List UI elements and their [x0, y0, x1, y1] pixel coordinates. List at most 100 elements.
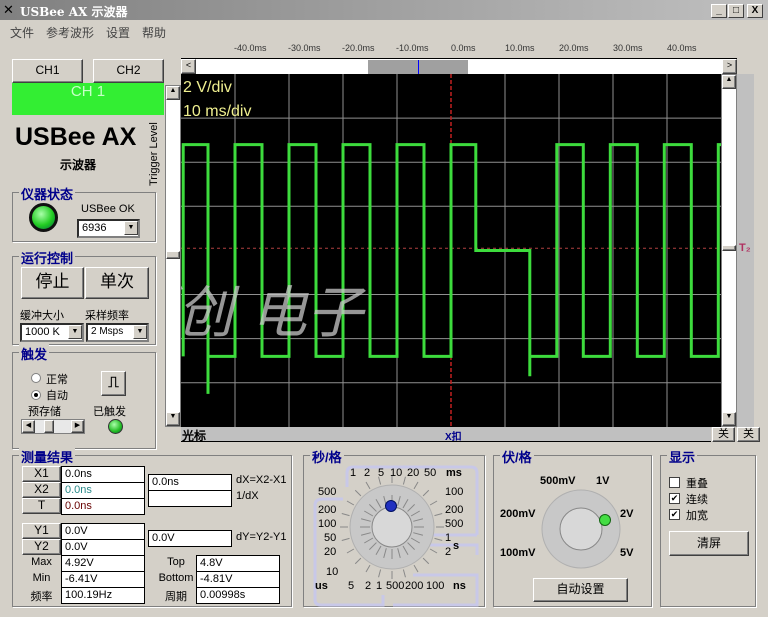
- close-button[interactable]: X: [747, 4, 763, 18]
- dy-value: 0.0V: [148, 530, 232, 547]
- chevron-down-icon[interactable]: ▼: [124, 221, 138, 235]
- x1-value: 0.0ns: [61, 466, 145, 483]
- volts-option-100mv[interactable]: 100mV: [500, 547, 535, 559]
- run-control-group: 运行控制 停止 单次 缓冲大小 采样频率 1000 K ▼ 2 Msps ▼: [12, 248, 156, 345]
- cursor-off-button-2[interactable]: 关: [737, 427, 760, 442]
- triggered-label: 已触发: [93, 406, 126, 418]
- y2-cursor-button[interactable]: Y2: [22, 539, 61, 555]
- timebase-option[interactable]: 2: [364, 467, 370, 479]
- bottom-label: Bottom: [158, 572, 194, 584]
- continuous-checkbox[interactable]: ✔: [669, 493, 680, 504]
- timebase-option[interactable]: 100: [318, 518, 336, 530]
- timebase-option[interactable]: 2: [365, 580, 371, 592]
- timebase-option[interactable]: 100: [445, 486, 463, 498]
- scroll-left-arrow[interactable]: <: [181, 59, 196, 74]
- scope-display[interactable]: 2 V/div 10 ms/div 跃创 电子: [181, 74, 721, 427]
- volts-option-500mv[interactable]: 500mV: [540, 475, 575, 487]
- timebase-option[interactable]: 1: [350, 467, 356, 479]
- timebase-option[interactable]: 20: [324, 546, 336, 558]
- sample-rate-select[interactable]: 2 Msps ▼: [86, 323, 149, 342]
- offset-thumb[interactable]: [722, 245, 736, 251]
- time-tick-label: 0.0ms: [451, 43, 476, 53]
- cursor-off-button-1[interactable]: 关: [712, 427, 735, 442]
- slider-right-arrow[interactable]: ▶: [71, 420, 84, 433]
- chevron-down-icon[interactable]: ▼: [133, 325, 147, 339]
- dial-tick: [434, 513, 443, 517]
- timebase-option[interactable]: 5: [348, 580, 354, 592]
- scroll-up-arrow[interactable]: ▲: [166, 86, 180, 100]
- timebase-option[interactable]: 500: [318, 486, 336, 498]
- device-select[interactable]: 6936 ▼: [77, 219, 140, 238]
- minimize-button[interactable]: _: [711, 4, 727, 18]
- timebase-option[interactable]: 1: [376, 580, 382, 592]
- brand-subtitle: 示波器: [60, 158, 97, 172]
- slider-thumb[interactable]: [44, 420, 54, 433]
- t-value: 0.0ns: [61, 498, 145, 515]
- dial-tick: [354, 489, 362, 497]
- timebase-option[interactable]: 50: [324, 532, 336, 544]
- timebase-option[interactable]: 100: [426, 580, 444, 592]
- dx-label: dX=X2-X1: [236, 474, 287, 486]
- prestore-slider[interactable]: ◀ ▶: [21, 419, 85, 434]
- clear-screen-button[interactable]: 清屏: [669, 531, 749, 556]
- menu-help[interactable]: 帮助: [142, 24, 166, 41]
- auto-setup-button[interactable]: 自动设置: [533, 578, 628, 602]
- slider-left-arrow[interactable]: ◀: [22, 420, 35, 433]
- ch2-button[interactable]: CH2: [93, 59, 164, 83]
- normal-radio[interactable]: [31, 373, 41, 383]
- timebase-option[interactable]: 200: [405, 580, 423, 592]
- menu-reference-waveform[interactable]: 参考波形: [46, 24, 94, 41]
- timebase-option[interactable]: 500: [386, 580, 404, 592]
- dial-tick: [434, 537, 443, 541]
- volts-dial[interactable]: [540, 488, 622, 570]
- ch1-button[interactable]: CH1: [12, 59, 83, 83]
- overlay-label: 重叠: [686, 478, 708, 490]
- menu-settings[interactable]: 设置: [106, 24, 130, 41]
- timebase-option[interactable]: 50: [424, 467, 436, 479]
- timebase-option[interactable]: 2: [445, 546, 451, 558]
- x2-cursor-button[interactable]: X2: [22, 482, 61, 498]
- chevron-down-icon[interactable]: ▼: [68, 325, 82, 339]
- volts-option-200mv[interactable]: 200mV: [500, 508, 535, 520]
- trigger-level-scrollbar[interactable]: ▲ ▼: [165, 85, 181, 427]
- maximize-button[interactable]: □: [728, 4, 744, 18]
- volts-option-2v[interactable]: 2V: [620, 508, 633, 520]
- cursor-label: 光标: [182, 429, 207, 443]
- scroll-down-arrow[interactable]: ▼: [722, 412, 736, 426]
- window-title: USBee AX 示波器: [20, 5, 128, 19]
- scroll-down-arrow[interactable]: ▼: [166, 412, 180, 426]
- rising-edge-button[interactable]: ⎍: [101, 371, 126, 396]
- inverse-dx-label: 1/dX: [236, 490, 259, 502]
- timebase-option[interactable]: 20: [407, 467, 419, 479]
- time-scrollbar[interactable]: < >: [181, 58, 737, 74]
- volts-option-1v[interactable]: 1V: [596, 475, 609, 487]
- buffer-size-select[interactable]: 1000 K ▼: [20, 323, 84, 342]
- trigger-level-thumb[interactable]: [166, 251, 180, 259]
- dial-tick: [422, 557, 430, 565]
- x-cursor-marker[interactable]: X扣: [445, 428, 462, 443]
- scroll-thumb[interactable]: [368, 60, 468, 74]
- trigger-marker[interactable]: T₂: [739, 242, 751, 254]
- timebase-option[interactable]: 5: [378, 467, 384, 479]
- dial-tick: [413, 564, 419, 573]
- x1-cursor-button[interactable]: X1: [22, 466, 61, 482]
- overlay-checkbox[interactable]: [669, 477, 680, 488]
- timebase-option[interactable]: 1: [445, 532, 451, 544]
- timebase-option[interactable]: 10: [326, 566, 338, 578]
- scroll-up-arrow[interactable]: ▲: [722, 75, 736, 89]
- timebase-option[interactable]: 10: [390, 467, 402, 479]
- menu-file[interactable]: 文件: [10, 24, 34, 41]
- t-cursor-button[interactable]: T: [22, 498, 61, 514]
- timebase-option[interactable]: 500: [445, 518, 463, 530]
- single-button[interactable]: 单次: [85, 267, 149, 299]
- vertical-offset-scrollbar[interactable]: ▲ ▼: [721, 74, 737, 427]
- timebase-option[interactable]: 200: [445, 504, 463, 516]
- timebase-option[interactable]: 200: [318, 504, 336, 516]
- auto-radio[interactable]: [31, 390, 41, 400]
- y1-cursor-button[interactable]: Y1: [22, 523, 61, 539]
- stop-button[interactable]: 停止: [21, 267, 84, 299]
- device-value: 6936: [82, 222, 107, 234]
- volts-option-5v[interactable]: 5V: [620, 547, 633, 559]
- wide-checkbox[interactable]: ✔: [669, 509, 680, 520]
- scroll-right-arrow[interactable]: >: [722, 59, 737, 74]
